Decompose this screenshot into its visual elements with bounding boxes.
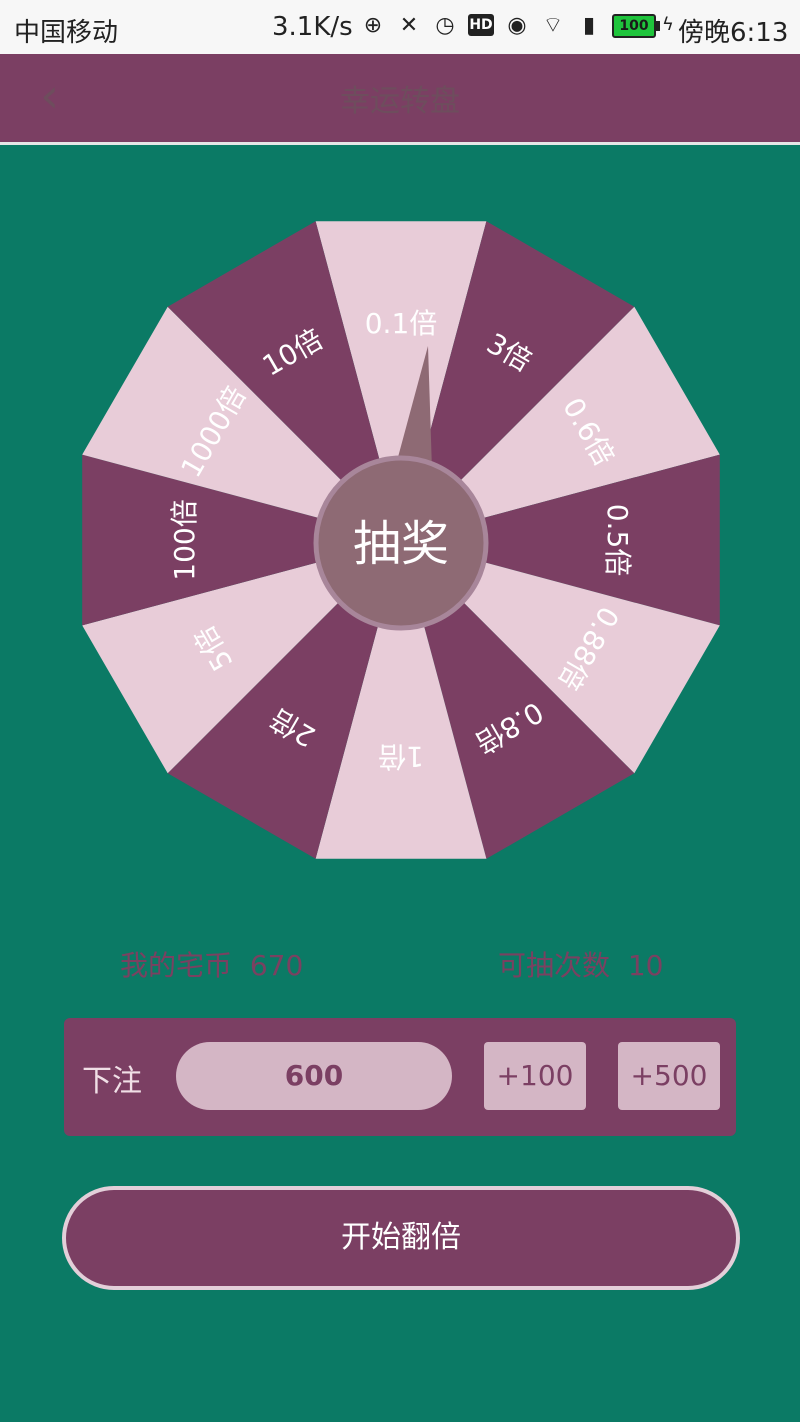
coins-stat: 我的宅币 670 (120, 944, 303, 984)
bet-label: 下注 (82, 1064, 142, 1099)
wheel-segment-label: 0.5倍 (601, 504, 634, 577)
coins-label: 我的宅币 (120, 949, 233, 982)
start-double-button[interactable]: 开始翻倍 (62, 1186, 740, 1290)
wheel-segment-label: 1倍 (378, 740, 424, 773)
wheel-segment-label: 100倍 (168, 499, 201, 580)
bet-panel: 下注 600 +100 +500 (64, 1018, 736, 1136)
draw-button-label: 抽奖 (353, 516, 449, 572)
coins-value: 670 (249, 949, 304, 982)
draws-label: 可抽次数 (498, 949, 611, 982)
wheel-segment-label: 0.1倍 (365, 307, 438, 340)
add-500-button[interactable]: +500 (618, 1042, 720, 1110)
draws-stat: 可抽次数 10 (498, 944, 663, 984)
draws-value: 10 (627, 949, 664, 982)
bet-amount-field[interactable]: 600 (176, 1042, 452, 1110)
add-100-button[interactable]: +100 (484, 1042, 586, 1110)
